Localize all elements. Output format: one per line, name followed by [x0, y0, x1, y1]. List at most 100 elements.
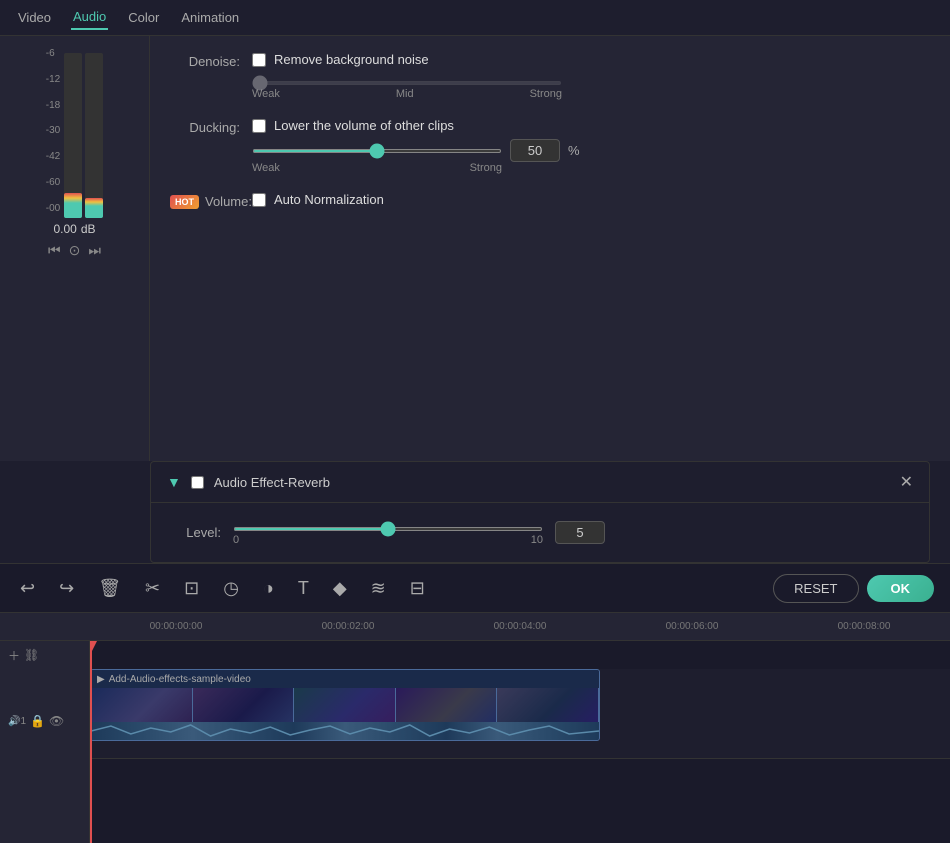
ok-button[interactable]: OK [867, 575, 935, 602]
tab-audio[interactable]: Audio [71, 5, 108, 30]
playhead[interactable] [90, 641, 92, 843]
tab-color[interactable]: Color [126, 6, 161, 29]
ducking-checkbox[interactable] [252, 119, 266, 133]
add-track-btn[interactable]: ＋ [8, 647, 20, 664]
ruler-mark-4: 00:00:08:00 [778, 621, 950, 632]
audio-controls-panel: Denoise: Remove background noise Weak Mi… [150, 36, 950, 461]
denoise-checkbox-row: Remove background noise [252, 52, 930, 67]
clip-title: Add-Audio-effects-sample-video [109, 674, 251, 685]
meter-labels: -6 -12 -18 -30 -42 -60 -00 [46, 48, 60, 218]
volume-label-row: HOT Volume: [170, 194, 240, 209]
meter-bars [64, 48, 103, 218]
track-number: 🔊1 [8, 716, 26, 727]
ducking-slider-labels: Weak Strong [252, 162, 502, 174]
timeline-content: ＋ ⛓ 🔊1 🔒 👁 ▶ Add-Audio-effects-sample-v [0, 641, 950, 843]
crop-btn[interactable]: ⊡ [180, 574, 203, 603]
ducking-max-label: Strong [470, 162, 502, 174]
effect-close-btn[interactable]: ✕ [900, 472, 913, 492]
ducking-min-label: Weak [252, 162, 280, 174]
audio-effect-body: Level: 0 10 5 [151, 503, 929, 562]
meter-db-unit: dB [81, 222, 96, 236]
ruler-marks: 00:00:00:00 00:00:02:00 00:00:04:00 00:0… [90, 621, 950, 632]
ducking-slider-row: 50 % [252, 139, 930, 162]
equalizer-btn[interactable]: ⊟ [406, 574, 429, 603]
meter-fill-left [64, 193, 82, 218]
audio-effect-title: Audio Effect-Reverb [214, 475, 330, 490]
effect-enable-checkbox[interactable] [191, 476, 204, 489]
auto-normalization-checkbox[interactable] [252, 193, 266, 207]
audio-meter-panel: -6 -12 -18 -30 -42 -60 -00 0.00 dB [0, 36, 150, 461]
track-add-btn-row: ＋ ⛓ [0, 641, 89, 669]
speed-btn[interactable]: ◷ [219, 574, 243, 603]
meter-label-30: -30 [46, 125, 60, 136]
meter-controls: ⏮ ⊙ ⏭ [48, 242, 101, 259]
timeline-area: 00:00:00:00 00:00:02:00 00:00:04:00 00:0… [0, 613, 950, 843]
effect-slider-min: 0 [233, 534, 239, 546]
text-btn[interactable]: T [294, 574, 313, 603]
meter-container: -6 -12 -18 -30 -42 -60 -00 [46, 48, 103, 218]
delete-btn[interactable]: 🗑 [94, 574, 125, 603]
effect-level-slider[interactable] [233, 527, 543, 531]
ruler-mark-0: 00:00:00:00 [90, 621, 262, 632]
ruler-mark-3: 00:00:06:00 [606, 621, 778, 632]
meter-fill-right [85, 198, 103, 218]
bottom-toolbar: ↩ ↪ 🗑 ✂ ⊡ ◷ ◑ T ◆ ≋ ⊟ RESET OK [0, 563, 950, 613]
audio-effect-section: ▼ Audio Effect-Reverb ✕ Level: 0 10 5 [150, 461, 930, 563]
timeline-tracks: ▶ Add-Audio-effects-sample-video [90, 641, 950, 843]
denoise-content: Remove background noise Weak Mid Strong [252, 52, 930, 100]
volume-content: Auto Normalization [252, 192, 930, 213]
video-clip[interactable]: ▶ Add-Audio-effects-sample-video [90, 669, 600, 741]
auto-normalization-label: Auto Normalization [274, 192, 384, 207]
effect-collapse-btn[interactable]: ▼ [167, 474, 181, 490]
track-eye-btn[interactable]: 👁 [49, 714, 64, 728]
waveform-bar [91, 722, 599, 740]
ducking-value-input[interactable]: 50 [510, 139, 560, 162]
denoise-slider[interactable] [252, 81, 562, 85]
ducking-slider[interactable] [252, 149, 502, 153]
meter-db-value: 0.00 [53, 222, 76, 236]
denoise-checkbox-label: Remove background noise [274, 52, 429, 67]
effect-slider-max: 10 [531, 534, 543, 546]
tab-video[interactable]: Video [16, 6, 53, 29]
ducking-checkbox-row: Lower the volume of other clips [252, 118, 930, 133]
denoise-row: Denoise: Remove background noise Weak Mi… [170, 52, 930, 100]
keyframe-btn[interactable]: ◆ [329, 574, 351, 603]
effect-slider-container: 0 10 [233, 519, 543, 546]
denoise-label: Denoise: [170, 52, 240, 69]
toolbar-left: ↩ ↪ 🗑 ✂ ⊡ ◷ ◑ T ◆ ≋ ⊟ [16, 574, 429, 603]
denoise-checkbox[interactable] [252, 53, 266, 67]
ruler-mark-1: 00:00:02:00 [262, 621, 434, 632]
meter-label-18: -18 [46, 100, 60, 111]
ducking-row: Ducking: Lower the volume of other clips… [170, 118, 930, 174]
redo-btn[interactable]: ↪ [55, 574, 78, 603]
volume-label: Volume: [205, 194, 252, 209]
meter-label-12: -12 [46, 74, 60, 85]
volume-label-cell: HOT Volume: [170, 192, 240, 209]
track-lock-btn[interactable]: 🔒 [30, 714, 45, 728]
effect-level-input[interactable]: 5 [555, 521, 605, 544]
hot-badge: HOT [170, 195, 199, 209]
meter-skip-back-btn[interactable]: ⏮ [48, 242, 61, 259]
meter-bar-right [85, 53, 103, 218]
ruler-mark-2: 00:00:04:00 [434, 621, 606, 632]
audio-btn[interactable]: ≋ [367, 574, 390, 603]
undo-btn[interactable]: ↩ [16, 574, 39, 603]
ducking-checkbox-label: Lower the volume of other clips [274, 118, 454, 133]
reset-button[interactable]: RESET [773, 574, 858, 603]
color-btn[interactable]: ◑ [259, 574, 278, 603]
content-panels: -6 -12 -18 -30 -42 -60 -00 0.00 dB [0, 36, 950, 461]
clip-header: ▶ Add-Audio-effects-sample-video [91, 670, 599, 688]
ducking-percent-label: % [568, 143, 580, 158]
tab-animation[interactable]: Animation [179, 6, 241, 29]
track-controls-row: 🔊1 🔒 👁 [0, 707, 89, 735]
tab-bar: Video Audio Color Animation [0, 0, 950, 36]
toolbar-right: RESET OK [773, 574, 934, 603]
meter-reset-btn[interactable]: ⊙ [69, 242, 81, 259]
timeline-left-sidebar: ＋ ⛓ 🔊1 🔒 👁 [0, 641, 90, 843]
meter-label-60: -60 [46, 177, 60, 188]
link-track-btn[interactable]: ⛓ [24, 648, 39, 662]
scissors-btn[interactable]: ✂ [141, 574, 164, 603]
meter-skip-fwd-btn[interactable]: ⏭ [88, 242, 101, 259]
playhead-marker [90, 641, 97, 653]
effect-level-label: Level: [171, 525, 221, 540]
